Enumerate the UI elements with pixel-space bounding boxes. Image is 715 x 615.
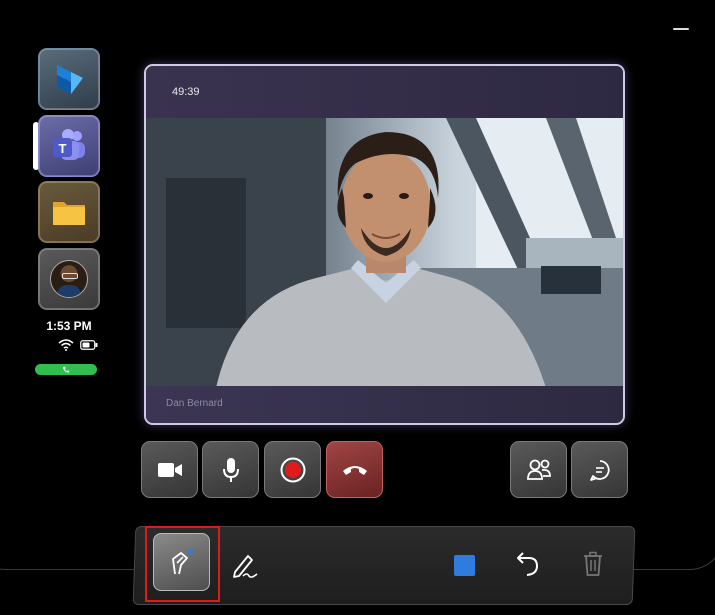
folder-icon [53, 202, 85, 225]
selection-highlight [145, 526, 220, 602]
microphone-button[interactable] [202, 441, 259, 498]
color-picker-button[interactable] [454, 555, 475, 576]
participant-video-image [146, 118, 623, 388]
dock-app-files[interactable] [38, 181, 100, 243]
phone-icon [62, 366, 70, 372]
pencil-button[interactable] [228, 548, 262, 582]
call-timer: 49:39 [172, 86, 200, 98]
participants-button[interactable] [510, 441, 567, 498]
svg-text:T: T [59, 141, 67, 156]
record-button[interactable] [264, 441, 321, 498]
participants-icon [526, 459, 551, 480]
undo-button[interactable] [513, 549, 543, 579]
dock-app-dynamics[interactable] [38, 48, 100, 110]
camera-button[interactable] [141, 441, 198, 498]
chat-icon [589, 459, 610, 481]
wifi-icon [58, 339, 74, 351]
hang-up-button[interactable] [326, 441, 383, 498]
trash-icon [584, 551, 602, 576]
video-call-window: 49:39 Dan Bernard [144, 64, 625, 425]
video-footer: Dan Bernard [146, 386, 623, 423]
hang-up-icon [342, 465, 367, 475]
record-icon [280, 457, 305, 482]
dock-app-contact[interactable] [38, 248, 100, 310]
avatar [50, 260, 88, 298]
microphone-icon [222, 457, 239, 482]
status-icons [58, 339, 98, 351]
participant-name: Dan Bernard [166, 398, 223, 409]
video-header: 49:39 [146, 66, 623, 118]
delete-button[interactable] [578, 549, 608, 579]
dock-app-teams[interactable]: T [38, 115, 100, 177]
pencil-icon [233, 555, 258, 578]
battery-icon [80, 340, 98, 350]
minimize-button[interactable] [673, 28, 689, 30]
dynamics-icon [57, 65, 83, 94]
chat-button[interactable] [571, 441, 628, 498]
undo-icon [517, 552, 539, 576]
participant-video [146, 118, 623, 388]
clock-time: 1:53 PM [46, 319, 92, 333]
video-camera-icon [157, 462, 182, 477]
active-call-indicator[interactable] [35, 364, 97, 375]
teams-icon: T [53, 129, 85, 160]
